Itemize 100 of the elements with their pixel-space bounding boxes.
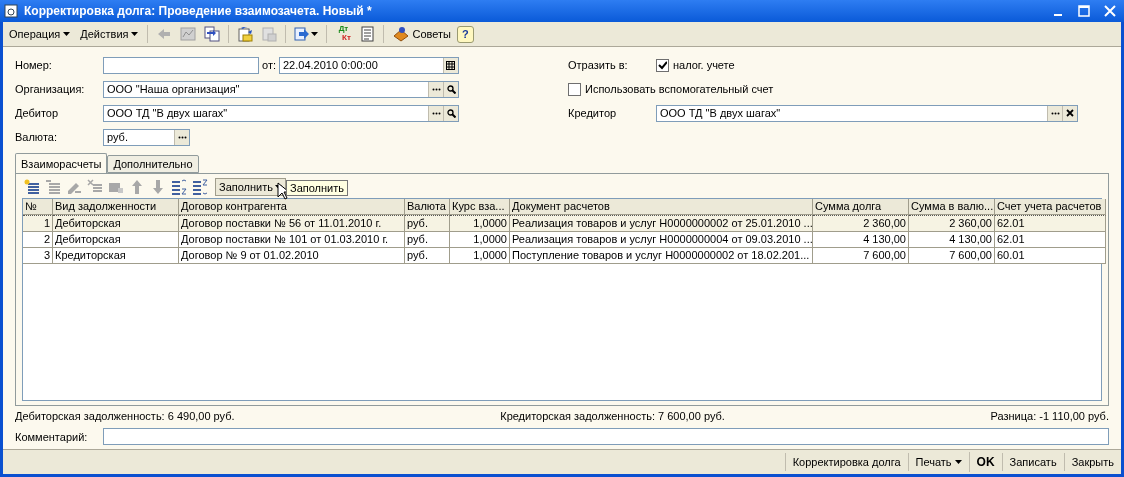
table-cell: Дебиторская [53, 215, 179, 232]
column-header[interactable]: Договор контрагента [179, 199, 405, 215]
field-label: от: [262, 59, 276, 71]
table-cell: 2 360,00 [909, 215, 995, 232]
search-button[interactable] [443, 105, 458, 121]
table-cell: 4 130,00 [909, 232, 995, 248]
copy-row-icon [45, 179, 61, 195]
chart-icon [180, 26, 197, 42]
column-header[interactable]: Валюта [405, 199, 450, 215]
tab[interactable]: Взаиморасчеты [15, 153, 108, 173]
document-icon [359, 26, 376, 42]
column-header[interactable]: Сумма в валю... [909, 199, 995, 215]
minimize-icon [1054, 14, 1062, 16]
checkbox-label: налог. учете [673, 59, 735, 71]
table-cell: 1,0000 [450, 232, 510, 248]
column-header[interactable]: Сумма долга [813, 199, 909, 215]
field-label: Номер: [15, 59, 53, 71]
menu-button[interactable]: Действия [76, 26, 143, 42]
ellipsis-icon [431, 111, 441, 115]
caret-icon [954, 460, 962, 464]
ok-button[interactable]: OK [968, 452, 1002, 472]
column-header[interactable]: Вид задолженности [53, 199, 179, 215]
date-field[interactable]: 22.04.2010 0:00:00 [279, 56, 459, 74]
clear-button[interactable] [1062, 105, 1077, 121]
footer-button[interactable]: Корректировка долга [784, 453, 908, 471]
field-label: Дебитор [15, 107, 60, 119]
column-header[interactable]: № [23, 199, 53, 215]
table-cell: Договор № 9 от 01.02.2010 [179, 248, 405, 264]
total-text: Разница: -1 110,00 руб. [990, 410, 1109, 424]
toolbar-button[interactable] [169, 177, 189, 197]
arrow-down-icon [152, 179, 164, 195]
table-cell: Реализация товаров и услуг Н0000000002 от 25.01.2010 ... [510, 215, 813, 232]
organization-field[interactable]: ООО "Наша организация" [103, 80, 459, 98]
close-icon [1066, 109, 1074, 117]
delete-row-icon [87, 179, 103, 195]
table-cell: 1,0000 [450, 215, 510, 232]
column-header[interactable]: Курс вза... [450, 199, 510, 215]
table-cell: 62.01 [995, 232, 1106, 248]
ellipsis-icon [431, 87, 441, 91]
total-text: Дебиторская задолженность: 6 490,00 руб. [15, 410, 235, 424]
table-cell: руб. [405, 215, 450, 232]
table-cell: 7 600,00 [909, 248, 995, 264]
window-title: Корректировка долга: Проведение взаимозачета. Новый * [24, 4, 373, 18]
comment-field[interactable] [103, 428, 1109, 445]
field-label: Кредитор [568, 107, 618, 119]
ellipsis-icon [1050, 111, 1060, 115]
currency-field[interactable]: руб. [103, 128, 190, 146]
caret-icon [63, 32, 71, 36]
field-label: Организация: [15, 83, 86, 95]
document-arrow-icon [237, 26, 254, 42]
field-label: Валюта: [15, 131, 58, 143]
table-cell: 4 130,00 [813, 232, 909, 248]
help-button[interactable]: ? [456, 25, 474, 43]
calendar-button[interactable] [443, 57, 458, 73]
total-text: Кредиторская задолженность: 7 600,00 руб. [500, 410, 725, 424]
document-icon [261, 26, 278, 42]
table-cell: 1,0000 [450, 248, 510, 264]
table-cell: Договор поставки № 56 от 11.01.2010 г. [179, 215, 405, 232]
footer-button[interactable]: Закрыть [1063, 453, 1121, 471]
column-header[interactable]: Счет учета расчетов [995, 199, 1106, 215]
table-cell: Поступление товаров и услуг Н0000000002 от 18.02.201... [510, 248, 813, 264]
toolbar-button[interactable] [22, 177, 42, 197]
column-header[interactable]: Документ расчетов [510, 199, 813, 215]
sort-icon [192, 179, 208, 195]
menu-button[interactable]: Операция [5, 26, 75, 42]
caret-icon [131, 32, 139, 36]
table-cell: 2 [23, 232, 53, 248]
ellipsis-icon [177, 135, 187, 139]
footer-button[interactable]: Записать [1001, 453, 1064, 471]
arrow-up-icon [131, 179, 143, 195]
sort-icon [171, 179, 187, 195]
tips-button[interactable]: Советы [389, 24, 455, 44]
table-cell: 62.01 [995, 215, 1106, 232]
toolbar-button[interactable] [190, 177, 210, 197]
table-cell: 7 600,00 [813, 248, 909, 264]
checkbox[interactable] [656, 58, 669, 72]
tab[interactable]: Дополнительно [107, 155, 199, 173]
checkbox-label: Использовать вспомогательный счет [585, 83, 774, 95]
field-label: Комментарий: [15, 430, 89, 443]
arrow-left-icon [156, 26, 173, 42]
window-icon [4, 4, 18, 18]
fill-button[interactable]: Заполнить [215, 178, 286, 196]
debtor-field[interactable]: ООО ТД "В двух шагах" [103, 104, 459, 122]
table-cell: руб. [405, 248, 450, 264]
add-row-icon [24, 179, 40, 195]
tooltip: Заполнить [286, 180, 348, 196]
field-label: Отразить в: [568, 59, 629, 71]
creditor-field[interactable]: ООО ТД "В двух шагах" [656, 104, 1078, 122]
table-cell: Дебиторская [53, 232, 179, 248]
debit-credit-button[interactable]: Дт Кт [332, 24, 355, 44]
checkbox[interactable] [568, 82, 581, 96]
number-field[interactable] [103, 56, 259, 74]
select-button[interactable] [174, 129, 189, 145]
table-cell: Реализация товаров и услуг Н0000000004 от 09.03.2010 ... [510, 232, 813, 248]
table-cell: 1 [23, 215, 53, 232]
table-cell: Кредиторская [53, 248, 179, 264]
table-cell: руб. [405, 232, 450, 248]
search-button[interactable] [443, 81, 458, 97]
print-button[interactable]: Печать [907, 453, 969, 471]
table-cell: 60.01 [995, 248, 1106, 264]
